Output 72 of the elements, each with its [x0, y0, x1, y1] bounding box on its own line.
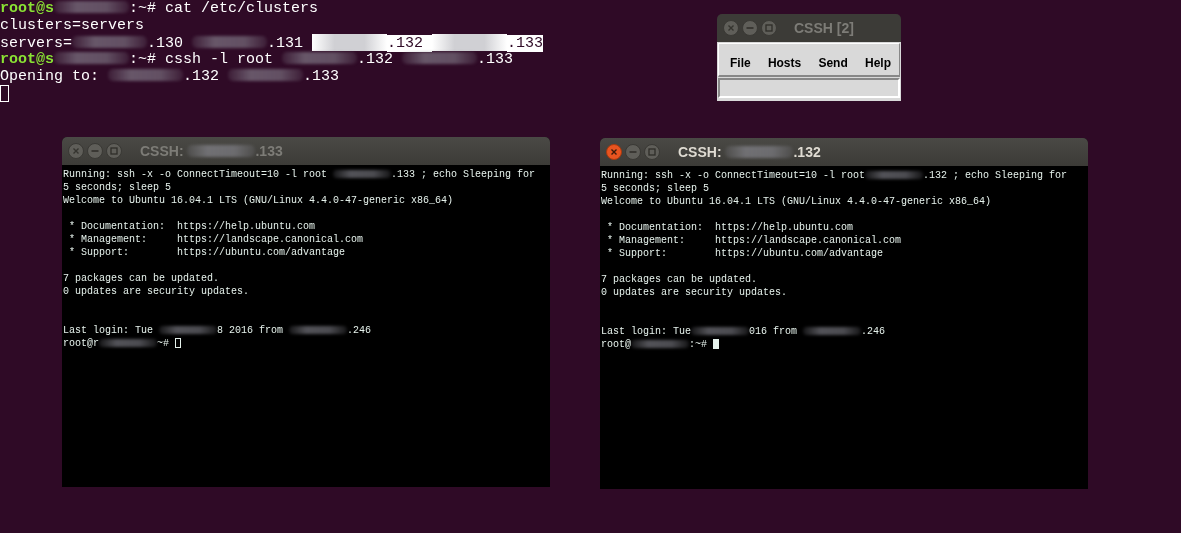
maximize-icon[interactable] — [644, 144, 660, 160]
terminal-text: Running: ssh -x -o ConnectTimeout=10 -l root — [63, 169, 329, 180]
terminal-text: ~# — [157, 338, 171, 349]
window-title: .132 — [793, 144, 821, 160]
terminal-text: 016 from — [749, 326, 799, 337]
redaction-blur — [187, 145, 256, 157]
maximize-icon[interactable] — [106, 143, 122, 159]
terminal-text: :~# — [689, 339, 709, 350]
redaction-blur — [725, 146, 794, 158]
terminal-text: clusters=servers — [0, 17, 145, 34]
terminal-text: .133 — [477, 51, 514, 68]
terminal-text: .133 — [303, 68, 340, 85]
terminal-text: Opening to: — [0, 68, 101, 85]
terminal-text: 5 seconds; sleep 5 — [601, 183, 710, 194]
redaction-blur — [99, 338, 157, 347]
redaction-blur — [631, 339, 689, 348]
redaction-blur — [333, 169, 392, 178]
terminal-text: :~# cssh -l root — [129, 51, 275, 68]
maximize-icon[interactable] — [761, 20, 777, 36]
menu-item[interactable]: Send — [816, 55, 850, 70]
window-title: CSSH: — [678, 144, 723, 160]
terminal-text: 5 seconds; sleep 5 — [63, 182, 172, 193]
terminal-text: * Management: https://landscape.canonical.com — [606, 235, 902, 246]
minimize-icon[interactable] — [87, 143, 103, 159]
terminal-text: .132 ; echo Sleeping for — [923, 170, 1068, 181]
terminal-text: .132 — [387, 35, 433, 52]
redaction-blur — [803, 326, 862, 335]
terminal-text: .132 — [183, 68, 221, 85]
terminal-text: Welcome to Ubuntu 16.04.1 LTS (GNU/Linux 4.4.0-47-generic x86_64) — [601, 196, 992, 207]
terminal-text: 7 packages can be updated. — [63, 273, 220, 284]
prompt-user: root@s — [0, 51, 54, 68]
close-icon[interactable] — [723, 20, 739, 36]
terminal-text: servers= — [0, 35, 72, 52]
window-title: CSSH: — [140, 143, 185, 159]
window-title: CSSH [2] — [794, 20, 854, 36]
terminal-text: * Documentation: https://help.ubuntu.com — [606, 222, 854, 233]
terminal-text: .246 — [347, 325, 372, 336]
terminal-text: * Management: https://landscape.canonical.com — [68, 234, 364, 245]
terminal-text: .133 — [507, 35, 544, 52]
terminal-text: * Support: https://ubuntu.com/advantage — [606, 248, 884, 259]
redaction-blur — [691, 326, 749, 335]
terminal-text: root@r — [63, 338, 99, 349]
terminal-text: 8 2016 from — [217, 325, 285, 336]
terminal-text: * Documentation: https://help.ubuntu.com — [68, 221, 316, 232]
prompt-user: root@s — [0, 0, 54, 17]
terminal-text: Last login: Tue — [63, 325, 154, 336]
terminal-text: root@ — [601, 339, 631, 350]
menu-item[interactable]: Hosts — [765, 55, 804, 70]
redaction-blur — [289, 325, 348, 334]
minimize-icon[interactable] — [742, 20, 758, 36]
terminal-text: .132 — [357, 51, 395, 68]
close-icon[interactable] — [606, 144, 622, 160]
terminal-text: Running: ssh -x -o ConnectTimeout=10 -l root — [601, 170, 866, 181]
terminal-text: .133 ; echo Sleeping for — [391, 169, 536, 180]
terminal-text: .246 — [861, 326, 886, 337]
minimize-icon[interactable] — [625, 144, 641, 160]
terminal-text: 7 packages can be updated. — [601, 274, 758, 285]
terminal-text: .130 — [147, 35, 185, 52]
terminal-text: 0 updates are security updates. — [601, 287, 788, 298]
terminal-text: Last login: Tue — [601, 326, 691, 337]
terminal-text: .131 — [267, 35, 305, 52]
terminal-text: 0 updates are security updates. — [63, 286, 250, 297]
window-title: .133 — [255, 143, 283, 159]
redaction-blur — [159, 325, 217, 334]
terminal-text: Welcome to Ubuntu 16.04.1 LTS (GNU/Linux 4.4.0-47-generic x86_64) — [63, 195, 454, 206]
menu-item[interactable]: Help — [862, 55, 893, 70]
close-icon[interactable] — [68, 143, 84, 159]
input-field[interactable] — [718, 78, 900, 98]
menu-item[interactable]: File — [728, 55, 753, 70]
redaction-blur — [865, 170, 924, 179]
terminal-text: * Support: https://ubuntu.com/advantage — [68, 247, 346, 258]
terminal-text: :~# cat /etc/clusters — [129, 0, 319, 17]
